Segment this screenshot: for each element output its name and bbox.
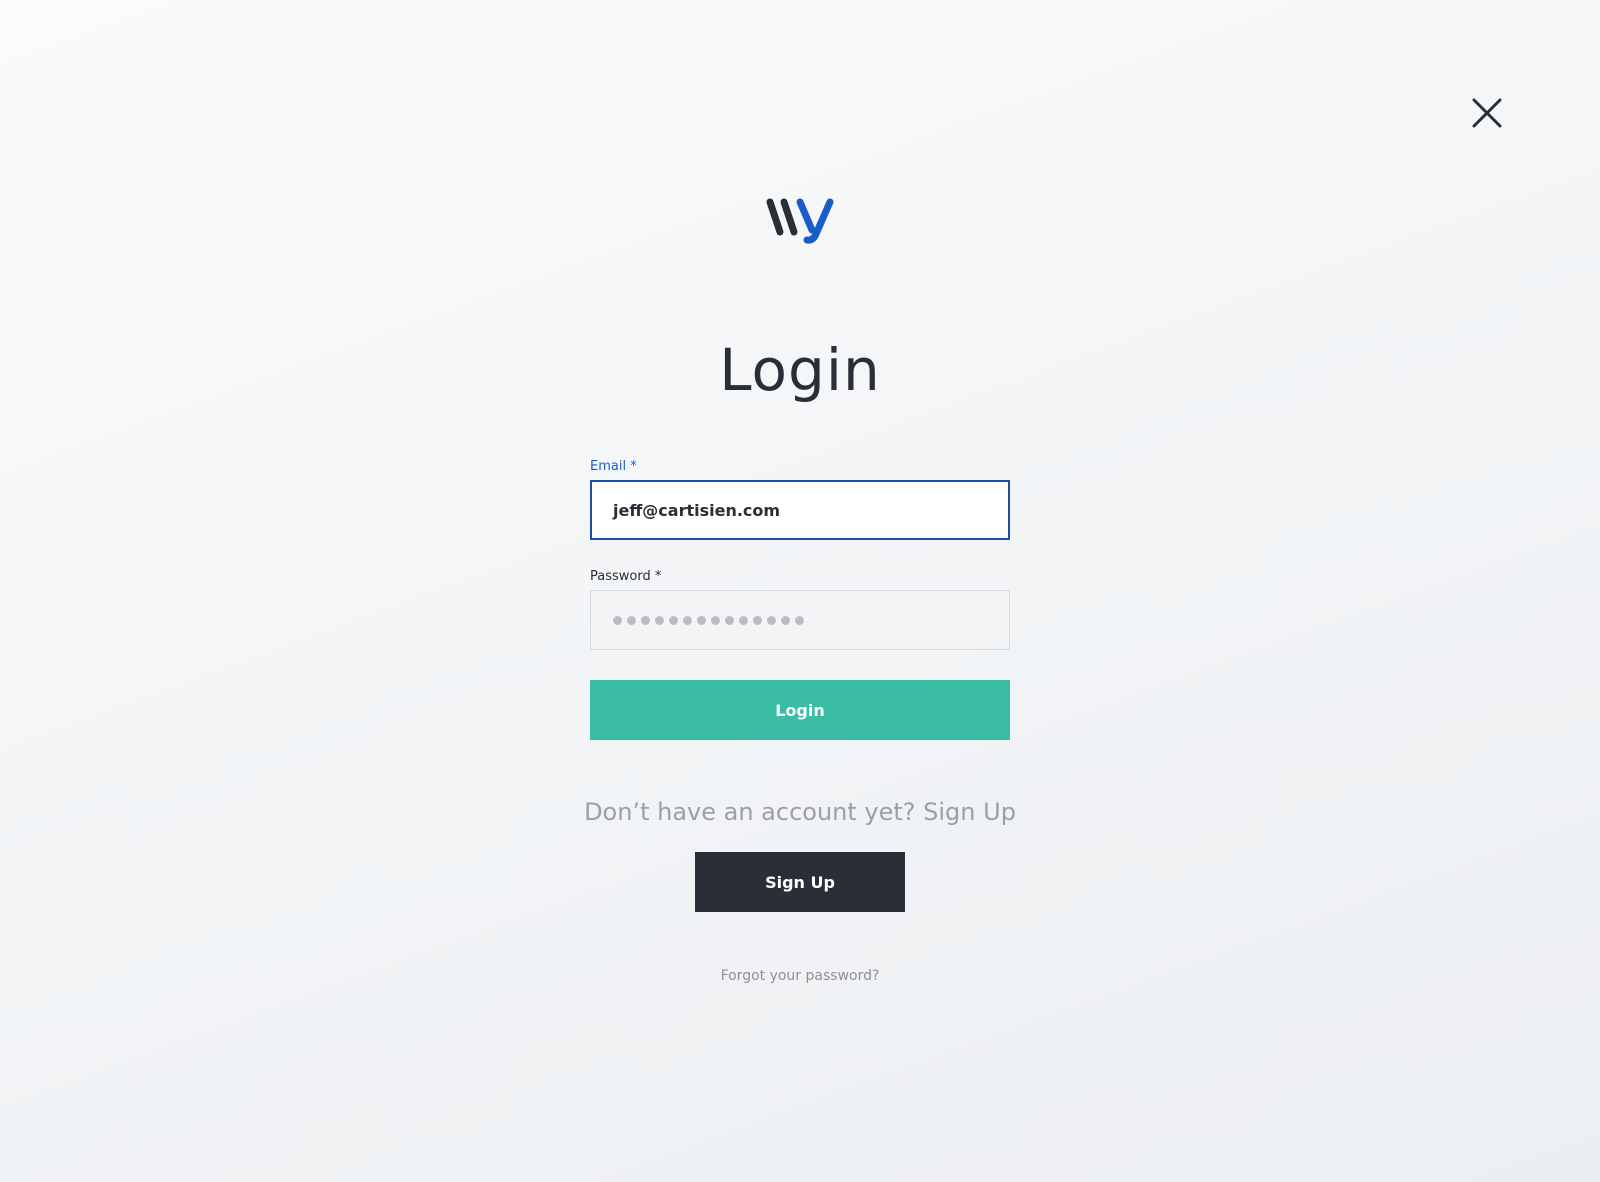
password-dot bbox=[725, 615, 734, 625]
password-label: Password * bbox=[590, 569, 662, 584]
password-dot bbox=[641, 615, 650, 625]
login-form: Email * jeff@cartisien.com Password * Lo… bbox=[590, 458, 1010, 740]
email-label: Email * bbox=[590, 459, 637, 474]
password-dot bbox=[795, 615, 804, 625]
signup-button[interactable]: Sign Up bbox=[695, 852, 905, 912]
close-button[interactable] bbox=[1470, 96, 1504, 130]
close-icon bbox=[1472, 98, 1502, 128]
password-dot bbox=[753, 615, 762, 625]
brand-logo bbox=[764, 196, 836, 246]
password-dot bbox=[739, 615, 748, 625]
login-button[interactable]: Login bbox=[590, 680, 1010, 740]
password-dot bbox=[767, 615, 776, 625]
password-dot bbox=[697, 615, 706, 625]
forgot-password-link[interactable]: Forgot your password? bbox=[0, 966, 1600, 986]
password-dot bbox=[683, 615, 692, 625]
email-value: jeff@cartisien.com bbox=[613, 500, 781, 520]
password-dot bbox=[781, 615, 790, 625]
password-group: Password * bbox=[590, 568, 1010, 650]
password-dot bbox=[655, 615, 664, 625]
page-title: Login bbox=[719, 336, 881, 404]
password-dot bbox=[613, 615, 622, 625]
password-mask bbox=[613, 615, 804, 625]
email-group: Email * jeff@cartisien.com bbox=[590, 458, 1010, 540]
signup-prompt: Don’t have an account yet? Sign Up bbox=[584, 798, 1016, 826]
password-dot bbox=[627, 615, 636, 625]
email-field[interactable]: jeff@cartisien.com bbox=[590, 480, 1010, 540]
password-field[interactable] bbox=[590, 590, 1010, 650]
password-dot bbox=[711, 615, 720, 625]
password-dot bbox=[669, 615, 678, 625]
